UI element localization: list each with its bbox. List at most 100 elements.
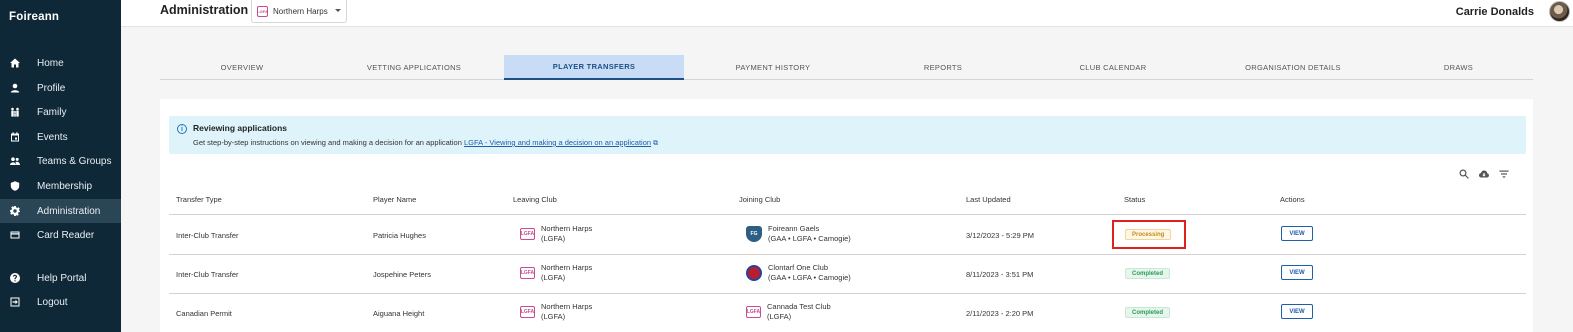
table-row[interactable]: Inter-Club Transfer Jospehine Peters LGF… (169, 255, 1526, 294)
sidebar-item-label: Help Portal (37, 272, 87, 284)
card-icon (9, 229, 21, 241)
user-name[interactable]: Carrie Donalds (1456, 6, 1534, 18)
sidebar-item-label: Home (37, 57, 64, 69)
tab-draws[interactable]: DRAWS (1384, 55, 1533, 79)
leaving-club: LGFA Northern Harps (LGFA) (520, 224, 592, 244)
sidebar-item-card-reader[interactable]: Card Reader (0, 223, 121, 247)
transfer-type: Inter-Club Transfer (176, 231, 239, 240)
person-icon (9, 82, 21, 94)
info-icon: i (177, 124, 187, 134)
tab-club-calendar[interactable]: CLUB CALENDAR (1024, 55, 1202, 79)
sidebar-item-family[interactable]: Family (0, 100, 121, 124)
column-header-actions: Actions (1280, 195, 1305, 204)
sidebar-item-events[interactable]: Events (0, 125, 121, 149)
club-crest-icon (746, 265, 762, 281)
tab-overview[interactable]: OVERVIEW (160, 55, 324, 79)
last-updated: 3/12/2023 - 5:29 PM (966, 231, 1034, 240)
cloud-download-icon[interactable] (1479, 166, 1491, 178)
sidebar-item-home[interactable]: Home (0, 51, 121, 75)
filter-icon[interactable] (1499, 166, 1511, 178)
shield-icon (9, 180, 21, 192)
club-name: Northern Harps (541, 302, 593, 311)
column-header-last-updated[interactable]: Last Updated (966, 195, 1011, 204)
top-bar: Administration LGFA Northern Harps Carri… (121, 0, 1573, 27)
sidebar-item-profile[interactable]: Profile (0, 76, 121, 100)
club-association: (LGFA) (541, 273, 566, 282)
tab-reports[interactable]: REPORTS (862, 55, 1024, 79)
transfer-type: Inter-Club Transfer (176, 270, 239, 279)
club-association: (LGFA) (767, 312, 792, 321)
player-name: Jospehine Peters (373, 270, 431, 279)
view-button[interactable]: VIEW (1281, 304, 1313, 319)
home-icon (9, 57, 21, 69)
joining-club: Clontarf One Club (GAA • LGFA • Camogie) (746, 263, 851, 283)
status-badge: Completed (1125, 307, 1171, 318)
organisation-select-value: Northern Harps (273, 6, 328, 16)
sidebar-item-label: Teams & Groups (37, 155, 112, 167)
sidebar-item-membership[interactable]: Membership (0, 174, 121, 198)
tab-player-transfers[interactable]: PLAYER TRANSFERS (504, 55, 684, 80)
sidebar-item-teams-groups[interactable]: Teams & Groups (0, 149, 121, 173)
sidebar-item-label: Events (37, 131, 68, 143)
banner-title: Reviewing applications (193, 123, 287, 133)
calendar-icon (9, 131, 21, 143)
table-row[interactable]: Inter-Club Transfer Patricia Hughes LGFA… (169, 216, 1526, 255)
sidebar-item-label: Membership (37, 180, 93, 192)
organisation-select[interactable]: LGFA Northern Harps (251, 0, 347, 23)
transfer-type: Canadian Permit (176, 309, 232, 318)
admin-tabs: OVERVIEW VETTING APPLICATIONS PLAYER TRA… (160, 55, 1533, 80)
view-button[interactable]: VIEW (1281, 226, 1313, 241)
club-crest-icon: LGFA (520, 267, 535, 279)
help-icon (9, 272, 21, 284)
help-article-link[interactable]: LGFA - Viewing and making a decision on … (464, 138, 651, 147)
club-name: Northern Harps (541, 263, 593, 272)
column-header-status[interactable]: Status (1124, 195, 1145, 204)
sidebar-item-help-portal[interactable]: Help Portal (0, 266, 121, 290)
column-header-leaving-club[interactable]: Leaving Club (513, 195, 557, 204)
leaving-club: LGFA Northern Harps (LGFA) (520, 263, 592, 283)
club-association: (GAA • LGFA • Camogie) (768, 234, 851, 243)
club-name: Foireann Gaels (768, 224, 820, 233)
club-crest-icon: LGFA (257, 5, 268, 17)
table-header: Transfer Type Player Name Leaving Club J… (169, 195, 1526, 215)
club-crest-icon: LGFA (746, 306, 761, 318)
joining-club: FG Foireann Gaels (GAA • LGFA • Camogie) (746, 224, 851, 244)
club-association: (GAA • LGFA • Camogie) (768, 273, 851, 282)
view-button[interactable]: VIEW (1281, 265, 1313, 280)
banner-text: Get step-by-step instructions on viewing… (193, 138, 658, 148)
sidebar-item-label: Administration (37, 205, 101, 217)
info-banner: i Reviewing applications Get step-by-ste… (169, 116, 1526, 154)
joining-club: LGFA Cannada Test Club (LGFA) (746, 302, 831, 322)
status-badge: Processing (1125, 229, 1172, 240)
sidebar-item-label: Card Reader (37, 229, 95, 241)
column-header-joining-club[interactable]: Joining Club (739, 195, 780, 204)
page-title: Administration (160, 3, 249, 17)
player-name: Aiguana Height (373, 309, 425, 318)
transfers-card: i Reviewing applications Get step-by-ste… (160, 99, 1533, 332)
column-header-player-name[interactable]: Player Name (373, 195, 416, 204)
club-crest-icon: LGFA (520, 306, 535, 318)
club-association: (LGFA) (541, 234, 566, 243)
club-name: Northern Harps (541, 224, 593, 233)
tab-vetting-applications[interactable]: VETTING APPLICATIONS (324, 55, 504, 79)
search-icon[interactable] (1459, 166, 1471, 179)
status-badge: Completed (1125, 268, 1171, 279)
tab-payment-history[interactable]: PAYMENT HISTORY (684, 55, 862, 79)
last-updated: 2/11/2023 - 2:20 PM (966, 309, 1034, 318)
sidebar-item-logout[interactable]: Logout (0, 290, 121, 314)
sidebar-item-label: Family (37, 106, 67, 118)
chevron-down-icon (335, 9, 341, 12)
sidebar-item-administration[interactable]: Administration (0, 199, 121, 223)
logout-icon (9, 296, 21, 308)
sidebar-item-label: Profile (37, 82, 66, 94)
column-header-transfer-type[interactable]: Transfer Type (176, 195, 222, 204)
tab-organisation-details[interactable]: ORGANISATION DETAILS (1202, 55, 1384, 79)
club-crest-icon: FG (746, 226, 762, 242)
club-name: Cannada Test Club (767, 302, 831, 311)
brand-logo: Foireann (9, 11, 60, 23)
banner-description: Get step-by-step instructions on viewing… (193, 138, 462, 147)
table-row[interactable]: Canadian Permit Aiguana Height LGFA Nort… (169, 294, 1526, 332)
avatar[interactable] (1549, 1, 1570, 22)
family-icon (9, 106, 21, 118)
gear-icon (9, 205, 21, 217)
